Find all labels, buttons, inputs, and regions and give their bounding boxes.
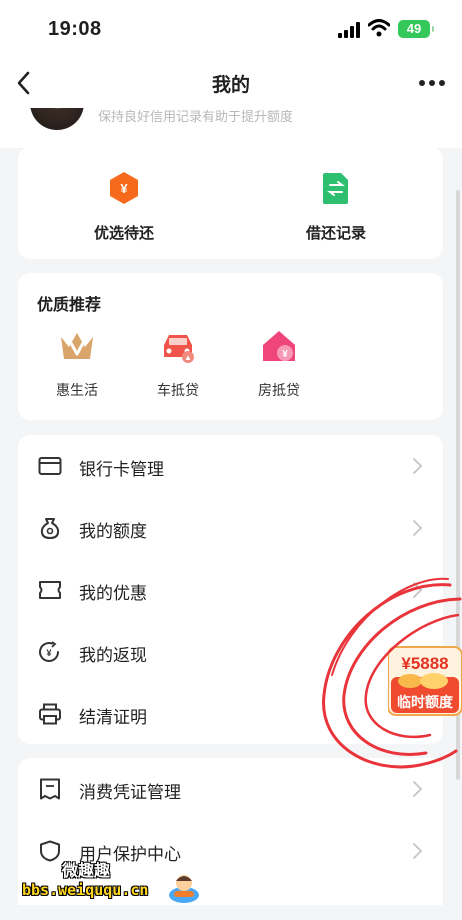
nav-bar: 我的 [0,58,462,108]
chevron-right-icon [413,520,423,536]
menu-item-label: 银行卡管理 [79,460,164,479]
menu-item-voucher-management[interactable]: 消费凭证管理 [18,758,443,820]
credit-hint: 保持良好信用记录有助于提升额度 [98,109,294,124]
status-bar: 19:08 49 [0,0,462,58]
menu-item-my-cashback[interactable]: ¥ 我的返现 [18,621,443,683]
more-icon[interactable] [410,66,454,100]
menu-card: 银行卡管理 我的额度 我的优惠 ¥ 我的返现 结清证明 [18,435,443,744]
car-icon: ▲ [164,335,194,363]
menu-item-settlement-proof[interactable]: 结清证明 [18,683,443,745]
receipt-icon [40,778,60,800]
battery-level: 49 [406,21,422,36]
mascot-icon [169,875,199,903]
wifi-icon [368,19,390,37]
svg-text:¥: ¥ [120,181,128,196]
recommend-item-life[interactable]: 惠生活 [37,327,117,400]
bank-card-icon [38,457,62,475]
quick-action-loan-records[interactable]: 借还记录 [266,171,406,243]
svg-text:▲: ▲ [184,353,192,362]
quick-action-pending-repay[interactable]: ¥ 优选待还 [54,171,194,243]
battery-indicator: 49 [398,20,434,38]
menu-item-my-quota[interactable]: 我的额度 [18,497,443,559]
menu-item-my-coupons[interactable]: 我的优惠 [18,559,443,621]
quick-actions-card: ¥ 优选待还 借还记录 [18,147,443,259]
quick-action-label: 优选待还 [93,225,154,242]
bottom-tab-bar [0,905,462,920]
menu-item-label: 我的优惠 [79,584,147,603]
crown-v-icon [61,333,93,359]
printer-icon [39,703,61,725]
ticket-icon [39,581,61,599]
chevron-right-icon [413,843,423,859]
quick-action-label: 借还记录 [305,225,366,242]
cashback-icon: ¥ [39,641,59,662]
signal-icon [338,22,360,38]
promo-label: 临时额度 [397,694,454,710]
chevron-right-icon [413,781,423,797]
recommend-title: 优质推荐 [37,297,102,314]
recommend-label: 车抵贷 [157,382,199,398]
status-time: 19:08 [48,18,102,40]
recommend-label: 惠生活 [56,382,98,398]
house-icon: ¥ [263,331,295,361]
page-title: 我的 [211,75,250,96]
menu-item-label: 结清证明 [79,708,147,727]
menu-item-bank-card[interactable]: 银行卡管理 [18,435,443,497]
recommend-item-house-loan[interactable]: ¥ 房抵贷 [239,327,319,400]
chevron-right-icon [413,582,423,598]
yuan-hexagon-icon: ¥ [110,172,138,204]
recommend-label: 房抵贷 [258,382,300,398]
svg-text:¥: ¥ [282,349,288,360]
promo-amount: ¥5888 [401,654,448,673]
watermark-url: bbs.weiququ.cn [22,881,149,899]
avatar[interactable] [30,108,84,130]
watermark-title: 微趣趣 [62,863,111,880]
document-exchange-icon [323,173,348,204]
svg-text:¥: ¥ [46,648,51,658]
menu-item-label: 我的返现 [79,646,147,665]
money-bag-icon [40,518,60,539]
menu-item-label: 消费凭证管理 [79,783,181,802]
recommend-card: 优质推荐 惠生活 ▲ 车抵贷 ¥ 房抵贷 [18,273,443,420]
profile-header: 保持良好信用记录有助于提升额度 [0,108,462,148]
recommend-item-car-loan[interactable]: ▲ 车抵贷 [138,327,218,400]
promo-badge[interactable]: ¥5888 临时额度 [388,643,462,717]
menu-item-label: 我的额度 [79,522,147,541]
chevron-right-icon [413,458,423,474]
